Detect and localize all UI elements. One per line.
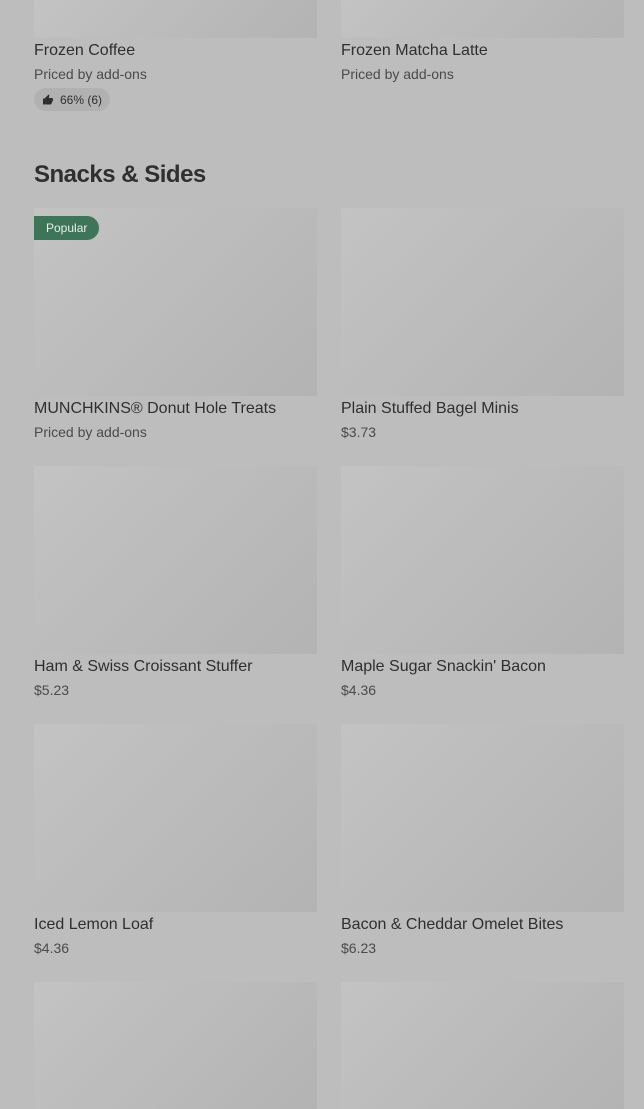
omelet-bites-image[interactable] <box>341 724 624 912</box>
item-price: $5.23 <box>34 682 70 698</box>
section-title: Snacks & Sides <box>34 161 206 188</box>
item-name[interactable]: MUNCHKINS® Donut Hole Treats <box>34 399 317 419</box>
item-name[interactable]: Maple Sugar Snackin' Bacon <box>341 657 624 677</box>
popular-badge: Popular <box>34 216 100 240</box>
bagel-minis-image[interactable] <box>341 208 624 396</box>
item-price: $3.73 <box>341 424 377 440</box>
item-name[interactable]: Plain Stuffed Bagel Minis <box>341 399 624 419</box>
item-name[interactable]: Iced Lemon Loaf <box>34 915 317 935</box>
rating-text: 66% (6) <box>60 92 103 107</box>
item-name[interactable]: Frozen Coffee <box>34 41 317 61</box>
item-price: $6.23 <box>341 940 377 956</box>
item-name[interactable]: Ham & Swiss Croissant Stuffer <box>34 657 317 677</box>
lemon-loaf-image[interactable] <box>34 724 317 912</box>
snackin-bacon-image[interactable] <box>341 466 624 654</box>
rating-chip: 66% (6) <box>34 88 111 111</box>
item-price: $4.36 <box>341 682 377 698</box>
frozen-matcha-latte-image[interactable] <box>341 0 624 38</box>
croissant-stuffer-image[interactable] <box>34 466 317 654</box>
frozen-coffee-image[interactable] <box>34 0 317 38</box>
item-name[interactable]: Bacon & Cheddar Omelet Bites <box>341 915 624 935</box>
item-price: Priced by add-ons <box>34 424 147 440</box>
thumbs-up-icon <box>42 94 54 106</box>
menu-page: Frozen Coffee Priced by add-ons Frozen M… <box>0 0 644 1109</box>
menu-item-image[interactable] <box>341 982 624 1109</box>
item-price: Priced by add-ons <box>341 66 454 82</box>
item-name[interactable]: Frozen Matcha Latte <box>341 41 624 61</box>
item-price: Priced by add-ons <box>34 66 147 82</box>
item-price: $4.36 <box>34 940 70 956</box>
menu-item-image[interactable] <box>34 982 317 1109</box>
